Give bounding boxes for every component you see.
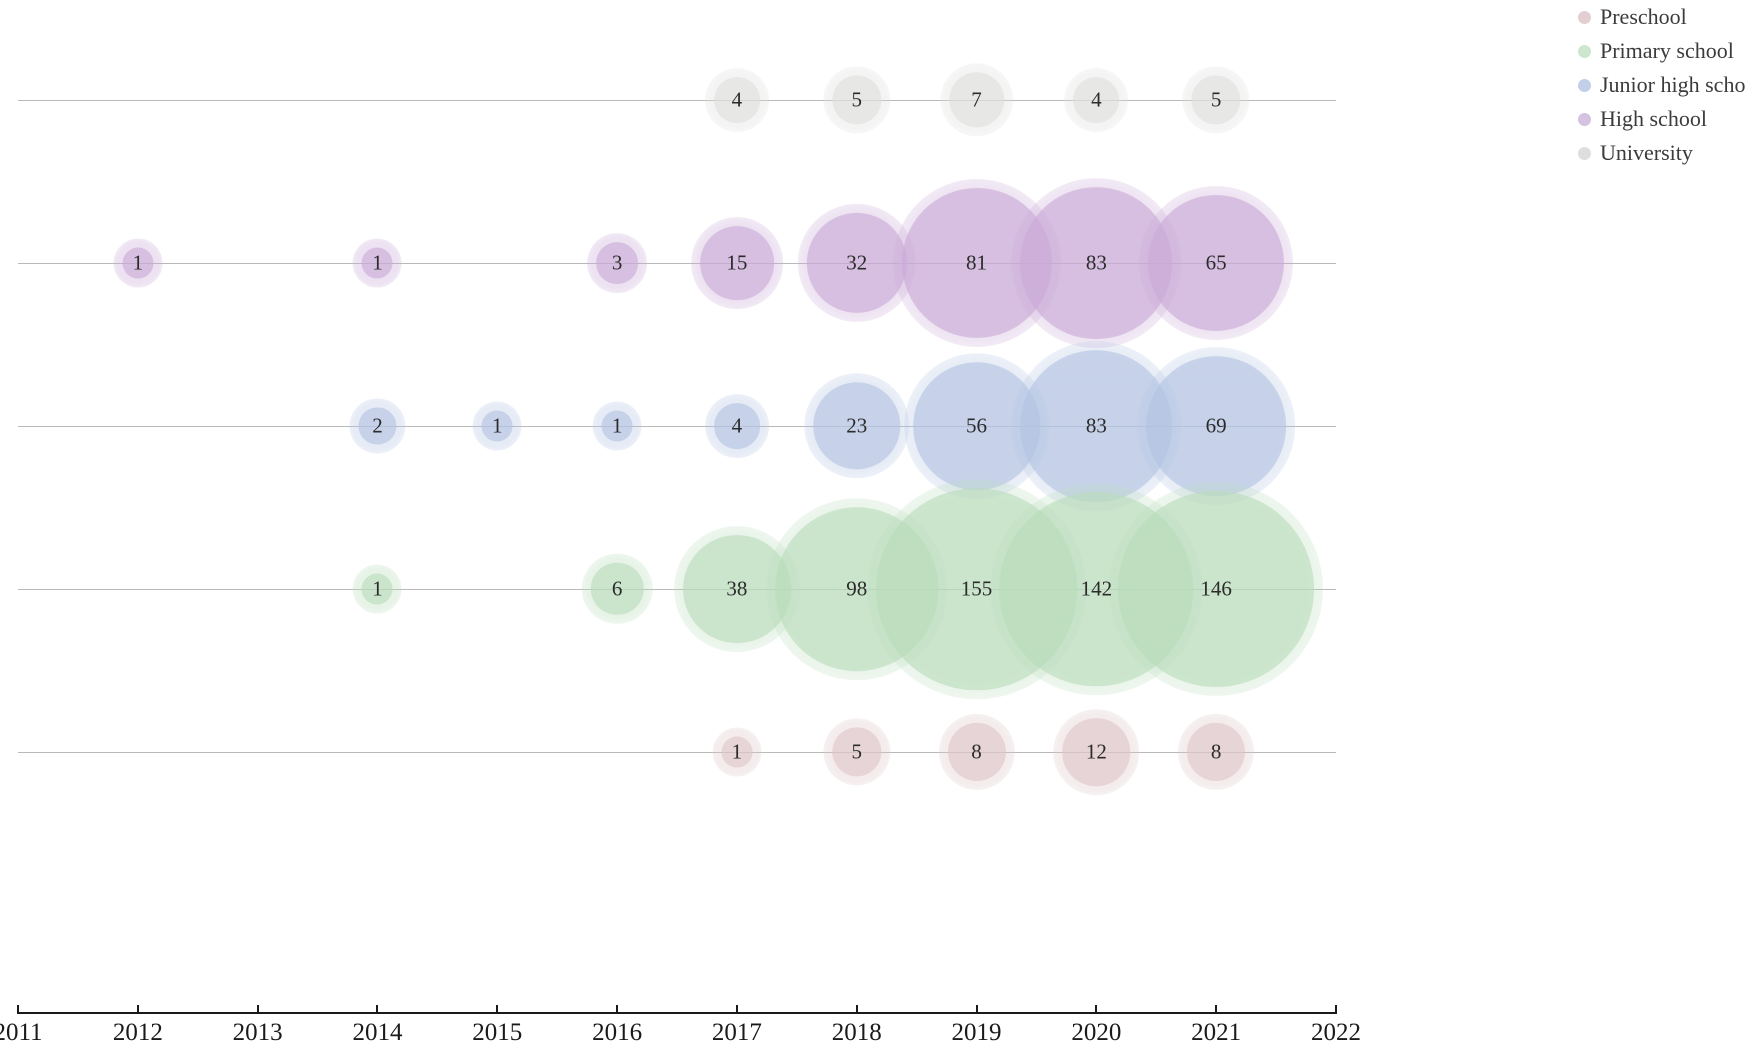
bubble-value-label: 1 xyxy=(492,413,503,438)
legend-item-label: University xyxy=(1600,140,1693,165)
x-axis-tick xyxy=(256,1005,259,1014)
bubble-value-label: 6 xyxy=(611,576,623,601)
bubble-value-label: 4 xyxy=(731,87,743,112)
bubble-value-label: 142 xyxy=(1080,576,1113,601)
bubble-value-label: 8 xyxy=(1210,739,1222,764)
x-axis-tick xyxy=(1215,1005,1218,1014)
x-axis-tick-label: 2017 xyxy=(711,1019,762,1046)
x-axis-tick-label: 2020 xyxy=(1071,1019,1122,1046)
bubble-value-label: 1 xyxy=(372,250,383,275)
x-axis-tick xyxy=(735,1005,738,1014)
bubble-value-label: 3 xyxy=(611,250,623,275)
legend: Preschool Primary school Junior high schoo… xyxy=(1578,0,1745,170)
x-axis-tick xyxy=(376,1005,379,1014)
x-axis-tick-label: 2013 xyxy=(232,1019,283,1046)
bubble-value-label: 155 xyxy=(960,576,993,601)
bubble-value-label: 38 xyxy=(726,576,748,601)
x-axis-line xyxy=(18,1012,1336,1014)
legend-dot-icon xyxy=(1578,112,1591,126)
legend-item-university[interactable]: University xyxy=(1578,136,1745,170)
x-axis-tick xyxy=(616,1005,619,1014)
bubble-value-label: 1 xyxy=(731,739,743,764)
legend-item-high-school[interactable]: High school xyxy=(1578,102,1745,136)
bubble-value-label: 83 xyxy=(1085,250,1107,275)
bubble-value-label: 12 xyxy=(1085,739,1107,764)
x-axis-tick-label: 2011 xyxy=(0,1019,43,1046)
bubble-value-label: 8 xyxy=(971,739,982,764)
bubble-value-label: 69 xyxy=(1205,413,1227,438)
x-axis-tick xyxy=(496,1005,499,1014)
bubble-value-label: 98 xyxy=(846,576,868,601)
legend-dot-icon xyxy=(1578,78,1591,92)
x-axis-tick-label: 2016 xyxy=(592,1019,643,1046)
bubble-value-label: 5 xyxy=(851,739,862,764)
x-axis-tick xyxy=(17,1005,19,1014)
x-axis-tick-label: 2015 xyxy=(472,1019,523,1046)
bubble-value-label: 1 xyxy=(132,250,144,275)
bubble-value-label: 5 xyxy=(851,87,862,112)
x-axis-tick-label: 2021 xyxy=(1191,1019,1242,1046)
legend-item-label: High school xyxy=(1600,106,1707,131)
bubble-value-label: 2 xyxy=(372,413,383,438)
x-axis-tick-label: 2012 xyxy=(112,1019,163,1046)
legend-item-preschool[interactable]: Preschool xyxy=(1578,0,1745,34)
x-axis-tick xyxy=(855,1005,858,1014)
bubble-value-label: 7 xyxy=(971,87,982,112)
bubble-value-label: 5 xyxy=(1210,87,1222,112)
bubble-value-label: 1 xyxy=(372,576,383,601)
bubble-value-label: 56 xyxy=(966,413,988,438)
x-axis-tick-label: 2018 xyxy=(831,1019,882,1046)
x-axis-tick-label: 2022 xyxy=(1311,1019,1361,1046)
category-row-line xyxy=(18,752,1336,753)
legend-item-label: Preschool xyxy=(1600,4,1687,29)
bubble-value-label: 4 xyxy=(1091,87,1102,112)
legend-dot-icon xyxy=(1578,10,1591,24)
bubble-value-label: 4 xyxy=(731,413,743,438)
bubble-value-label: 146 xyxy=(1200,576,1232,601)
x-axis-tick-label: 2014 xyxy=(352,1019,403,1046)
legend-item-primary-school[interactable]: Primary school xyxy=(1578,34,1745,68)
legend-item-label: Junior high school xyxy=(1600,72,1745,97)
bubble-value-label: 81 xyxy=(966,250,988,275)
x-axis-tick xyxy=(975,1005,978,1014)
bubble-value-label: 23 xyxy=(846,413,868,438)
bubble-value-label: 15 xyxy=(726,250,748,275)
category-row-line xyxy=(18,100,1336,101)
legend-item-junior-high-school[interactable]: Junior high school xyxy=(1578,68,1745,102)
plot-area: 4 5 7 4 5 1 1 3 15 32 81 83 65 2 1 1 4 23 56 83 69 1 6 38 98 155 1… xyxy=(0,0,1400,1052)
legend-dot-icon xyxy=(1578,44,1591,58)
legend-item-label: Primary school xyxy=(1600,38,1734,63)
bubble-value-label: 32 xyxy=(846,250,868,275)
bubble-value-label: 83 xyxy=(1085,413,1107,438)
x-axis-tick xyxy=(1335,1005,1337,1014)
bubble-chart: 4 5 7 4 5 1 1 3 15 32 81 83 65 2 1 1 4 23 56 83 69 1 6 38 98 155 1… xyxy=(0,0,1745,1052)
bubble-value-label: 1 xyxy=(611,413,623,438)
x-axis-tick xyxy=(136,1005,139,1014)
x-axis-tick-label: 2019 xyxy=(951,1019,1002,1046)
x-axis-tick xyxy=(1095,1005,1098,1014)
bubble-value-label: 65 xyxy=(1205,250,1227,275)
legend-dot-icon xyxy=(1578,146,1591,160)
